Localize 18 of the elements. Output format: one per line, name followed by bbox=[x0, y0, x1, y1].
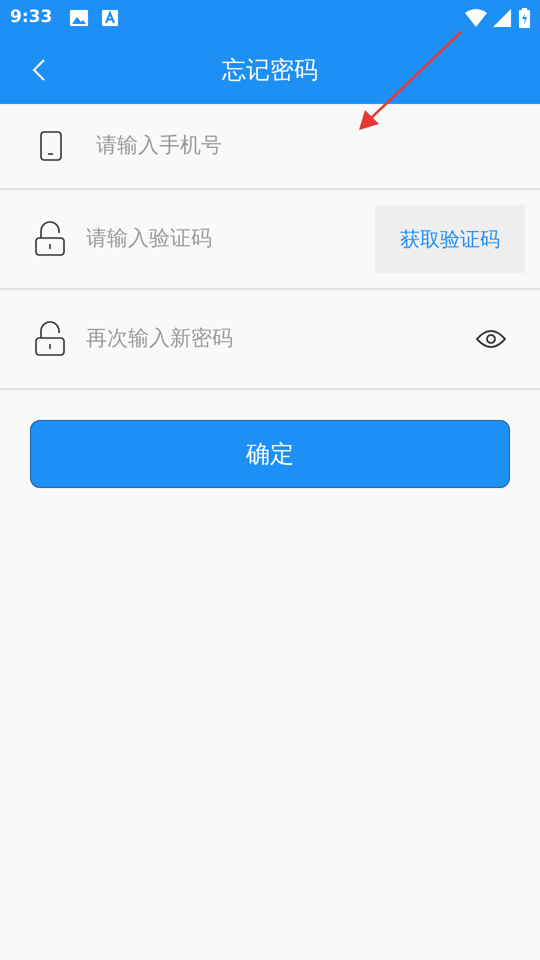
phone-icon bbox=[40, 131, 62, 161]
page-title: 忘记密码 bbox=[222, 54, 318, 86]
input-field[interactable]: 请输入手机号 bbox=[96, 130, 525, 162]
status-time: 9:33 bbox=[10, 6, 52, 29]
eye-icon bbox=[476, 329, 506, 349]
font-icon bbox=[102, 10, 118, 26]
show-password-button[interactable] bbox=[475, 327, 507, 351]
wifi-icon bbox=[465, 8, 487, 26]
padlock-icon bbox=[34, 221, 66, 257]
image-icon bbox=[70, 10, 88, 26]
battery-icon bbox=[519, 8, 530, 28]
padlock-icon bbox=[34, 321, 66, 357]
signal-icon bbox=[493, 8, 511, 26]
input-field[interactable]: 再次输入新密码 bbox=[86, 323, 475, 355]
back-icon bbox=[32, 58, 46, 82]
get-code-button[interactable]: 获取验证码 bbox=[375, 205, 525, 273]
input-field[interactable]: 请输入验证码 bbox=[86, 223, 375, 255]
confirm-button[interactable]: 确定 bbox=[30, 420, 510, 488]
